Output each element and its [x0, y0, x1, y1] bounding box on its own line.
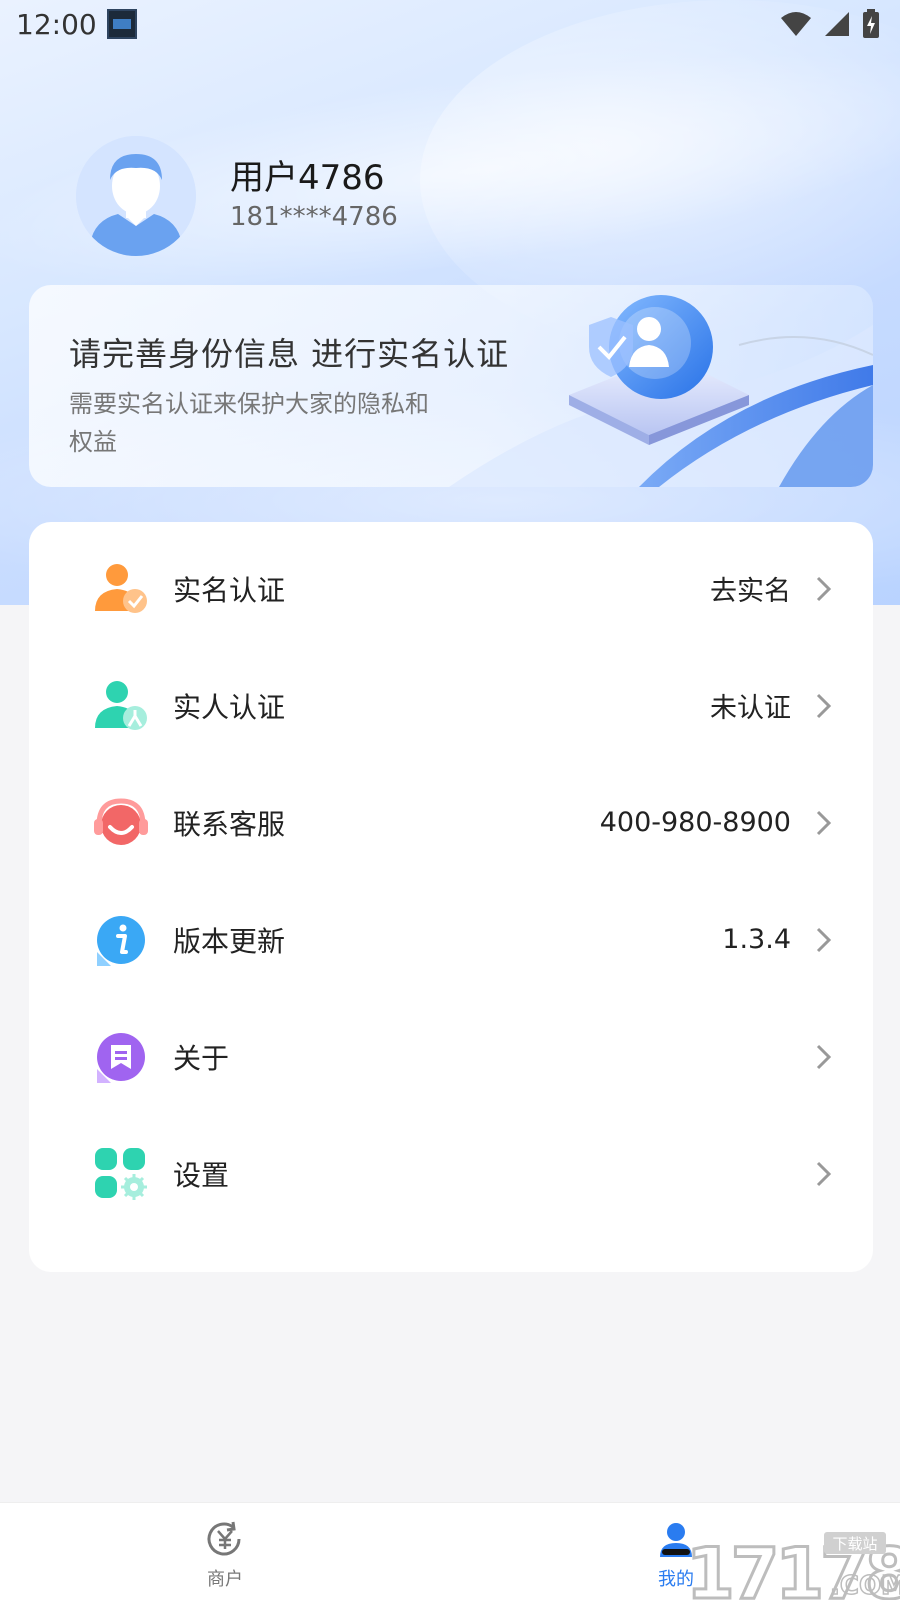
settings-icon — [95, 1147, 147, 1200]
menu-label: 联系客服 — [173, 807, 286, 841]
profile-page: 12:00 用户4786 181****4786 请完善身份信息 进行实名认证 … — [0, 0, 900, 1600]
notification-thumbnail-icon — [106, 9, 137, 39]
chevron-right-icon — [816, 1044, 832, 1069]
merchant-yuan-icon — [207, 1521, 241, 1556]
face-verify-icon — [95, 680, 147, 730]
menu-item-face-verify[interactable]: 实人认证 未认证 — [29, 647, 873, 764]
watermark-logo: 17178 下载站 .COM — [684, 1532, 900, 1600]
menu-label: 实名认证 — [173, 573, 286, 607]
menu-label: 版本更新 — [173, 924, 286, 958]
avatar[interactable] — [76, 136, 196, 256]
menu-value: 1.3.4 — [722, 924, 791, 955]
menu-label: 关于 — [173, 1041, 230, 1075]
menu-item-real-name[interactable]: 实名认证 去实名 — [29, 530, 873, 647]
svg-text:.COM: .COM — [830, 1571, 900, 1600]
signal-icon — [825, 12, 849, 36]
chevron-right-icon — [816, 1161, 832, 1186]
chevron-right-icon — [816, 693, 832, 718]
customer-service-icon — [94, 797, 148, 845]
banner-title: 请完善身份信息 进行实名认证 — [69, 335, 510, 373]
chevron-right-icon — [816, 576, 832, 601]
svg-text:下载站: 下载站 — [832, 1535, 877, 1553]
status-time: 12:00 — [16, 7, 97, 41]
about-icon — [97, 1032, 145, 1083]
menu-label: 设置 — [173, 1158, 230, 1192]
menu-card: 实名认证 去实名 实人认证 未认证 联系客服 400-980-8900 版本更新… — [29, 522, 873, 1272]
chevron-right-icon — [816, 927, 832, 952]
info-icon — [97, 915, 145, 966]
menu-item-version-update[interactable]: 版本更新 1.3.4 — [29, 881, 873, 998]
menu-item-about[interactable]: 关于 — [29, 998, 873, 1115]
menu-value: 未认证 — [710, 693, 791, 724]
shield-id-card-illustration — [449, 295, 873, 487]
real-name-verify-icon — [95, 563, 147, 613]
user-phone: 181****4786 — [230, 202, 398, 232]
user-name: 用户4786 — [230, 158, 385, 198]
battery-charging-icon — [863, 9, 879, 38]
menu-value: 去实名 — [710, 576, 791, 607]
menu-label: 实人认证 — [173, 690, 286, 724]
status-bar: 12:00 — [0, 0, 900, 48]
default-avatar-icon — [76, 136, 196, 256]
chevron-right-icon — [816, 810, 832, 835]
menu-item-settings[interactable]: 设置 — [29, 1115, 873, 1232]
banner-description: 需要实名认证来保护大家的隐私和权益 — [69, 390, 429, 456]
wifi-icon — [781, 12, 811, 36]
verify-banner[interactable]: 请完善身份信息 进行实名认证 需要实名认证来保护大家的隐私和权益 — [29, 285, 873, 487]
tab-label: 商户 — [207, 1569, 243, 1590]
tab-merchant[interactable]: 商户 — [165, 1519, 285, 1591]
menu-item-customer-service[interactable]: 联系客服 400-980-8900 — [29, 764, 873, 881]
menu-value: 400-980-8900 — [599, 807, 791, 838]
